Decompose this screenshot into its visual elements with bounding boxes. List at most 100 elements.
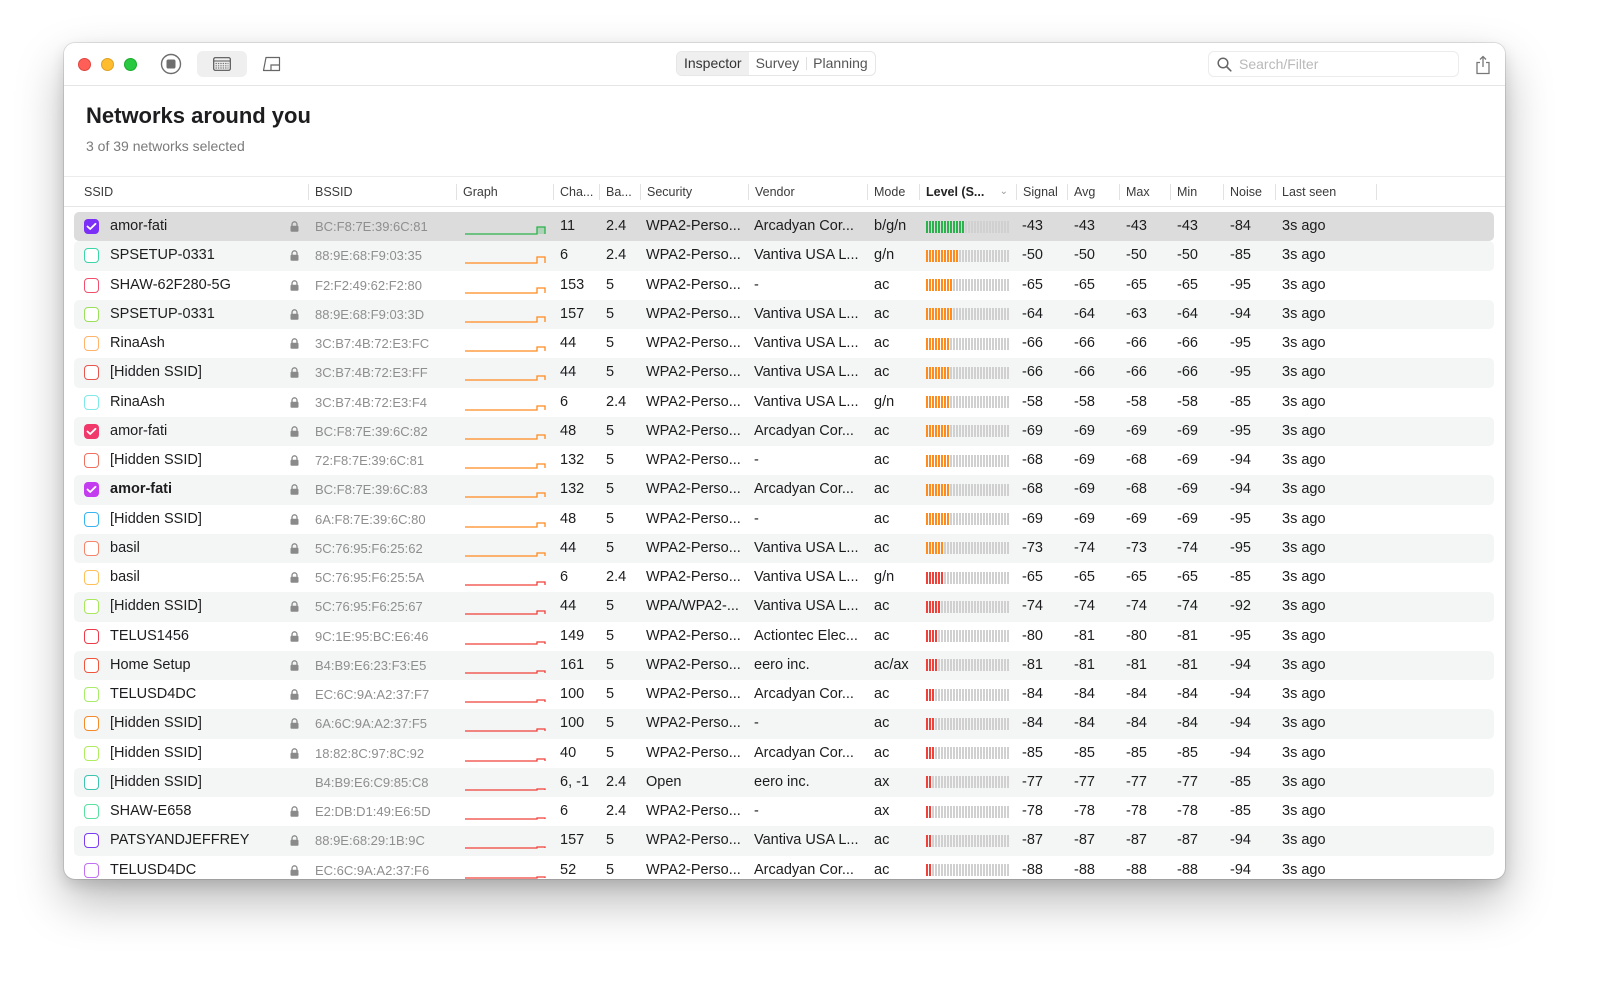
row-checkbox[interactable] bbox=[84, 804, 99, 819]
table-row[interactable]: [Hidden SSID] 6A:F8:7E:39:6C:80 48 5 WPA2-Pe… bbox=[74, 505, 1494, 534]
max-cell: -43 bbox=[1126, 218, 1147, 234]
close-window-button[interactable] bbox=[78, 58, 91, 71]
column-header-vendor[interactable]: Vendor bbox=[749, 177, 868, 207]
table-row[interactable]: [Hidden SSID] B4:B9:E6:C9:85:C8 6, -1 2.4 Op… bbox=[74, 767, 1494, 797]
column-header-min[interactable]: Min bbox=[1171, 177, 1224, 207]
mode-cell: b/g/n bbox=[874, 218, 907, 234]
avg-cell: -74 bbox=[1074, 598, 1095, 615]
row-checkbox[interactable] bbox=[84, 540, 99, 556]
row-checkbox[interactable] bbox=[84, 248, 99, 264]
table-row[interactable]: [Hidden SSID] 18:82:8C:97:8C:92 40 5 WPA2-Pe… bbox=[74, 739, 1494, 768]
stop-scan-button[interactable] bbox=[158, 51, 184, 77]
row-checkbox[interactable] bbox=[84, 687, 99, 702]
view-mode-tabs: Inspector Survey Planning bbox=[676, 51, 876, 76]
row-checkbox[interactable] bbox=[84, 628, 99, 644]
table-row[interactable]: Home Setup B4:B9:E6:23:F3:E5 161 5 WPA2-Pers… bbox=[74, 650, 1494, 680]
minimize-window-button[interactable] bbox=[101, 58, 114, 71]
zoom-window-button[interactable] bbox=[124, 58, 137, 71]
avg-cell: -85 bbox=[1074, 744, 1095, 761]
row-checkbox[interactable] bbox=[84, 511, 99, 527]
table-row[interactable]: [Hidden SSID] 5C:76:95:F6:25:67 44 5 WPA/WPA… bbox=[74, 592, 1494, 622]
vendor-cell: Vantiva USA L... bbox=[754, 569, 859, 585]
row-checkbox[interactable] bbox=[84, 862, 99, 878]
column-header-graph[interactable]: Graph bbox=[457, 177, 554, 207]
row-checkbox[interactable] bbox=[84, 453, 99, 468]
column-header-max[interactable]: Max bbox=[1120, 177, 1171, 207]
tab-inspector[interactable]: Inspector bbox=[677, 52, 749, 75]
tab-planning[interactable]: Planning bbox=[806, 52, 875, 75]
column-header-mode[interactable]: Mode bbox=[868, 177, 920, 207]
column-header-level[interactable]: Level (S... ⌄ bbox=[920, 177, 1017, 207]
table-row[interactable]: amor-fati BC:F8:7E:39:6C:82 48 5 WPA2-Perso.… bbox=[74, 416, 1494, 446]
signal-graph bbox=[464, 388, 550, 417]
share-button[interactable] bbox=[1472, 53, 1494, 77]
row-checkbox[interactable] bbox=[84, 716, 99, 732]
row-checkbox[interactable] bbox=[84, 306, 99, 322]
table-row[interactable]: PATSYANDJEFFREY 88:9E:68:29:1B:9C 157 5 WPA2… bbox=[74, 826, 1494, 856]
search-input[interactable] bbox=[1239, 56, 1439, 72]
row-checkbox[interactable] bbox=[84, 833, 99, 849]
bssid-cell: 88:9E:68:29:1B:9C bbox=[315, 833, 425, 849]
band-cell: 5 bbox=[606, 364, 615, 381]
row-checkbox[interactable] bbox=[84, 745, 99, 761]
tab-survey[interactable]: Survey bbox=[749, 52, 807, 75]
table-row[interactable]: [Hidden SSID] 3C:B7:4B:72:E3:FF 44 5 WPA2-Pe… bbox=[74, 358, 1494, 388]
bssid-cell: 9C:1E:95:BC:E6:46 bbox=[315, 628, 429, 644]
security-cell: WPA2-Perso... bbox=[646, 686, 741, 702]
signal-level-meter bbox=[926, 797, 1012, 826]
lock-icon bbox=[290, 709, 302, 738]
table-row[interactable]: RinaAsh 3C:B7:4B:72:E3:FC 44 5 WPA2-Perso...… bbox=[74, 329, 1494, 358]
table-row[interactable]: amor-fati BC:F8:7E:39:6C:81 11 2.4 WPA2-Pers… bbox=[74, 212, 1494, 242]
channel-cell: 6 bbox=[560, 803, 569, 819]
column-header-ssid[interactable]: SSID bbox=[78, 177, 309, 207]
row-checkbox[interactable] bbox=[84, 423, 99, 439]
table-row[interactable]: amor-fati BC:F8:7E:39:6C:83 132 5 WPA2-Perso… bbox=[74, 475, 1494, 505]
table-row[interactable]: basil 5C:76:95:F6:25:62 44 5 WPA2-Perso... Va… bbox=[74, 533, 1494, 563]
sparkline bbox=[465, 728, 546, 732]
table-row[interactable]: SPSETUP-0331 88:9E:68:F9:03:3D 157 5 WPA2-Pe… bbox=[74, 299, 1494, 329]
last-seen-cell: 3s ago bbox=[1282, 393, 1326, 410]
row-checkbox[interactable] bbox=[84, 277, 99, 293]
band-cell: 5 bbox=[606, 861, 615, 878]
table-row[interactable]: SPSETUP-0331 88:9E:68:F9:03:35 6 2.4 WPA2-Pe… bbox=[74, 241, 1494, 271]
last-seen-cell: 3s ago bbox=[1282, 305, 1326, 322]
row-checkbox[interactable] bbox=[84, 570, 99, 585]
column-header-bssid[interactable]: BSSID bbox=[309, 177, 457, 207]
row-checkbox[interactable] bbox=[84, 336, 99, 351]
column-header-last-seen[interactable]: Last seen bbox=[1276, 177, 1377, 207]
row-checkbox[interactable] bbox=[84, 599, 99, 615]
table-row[interactable]: [Hidden SSID] 72:F8:7E:39:6C:81 132 5 WPA2-P… bbox=[74, 446, 1494, 475]
table-row[interactable]: SHAW-62F280-5G F2:F2:49:62:F2:80 153 5 WPA2-… bbox=[74, 271, 1494, 300]
column-header-security[interactable]: Security bbox=[641, 177, 749, 207]
mode-cell: ac/ax bbox=[874, 656, 909, 673]
table-row[interactable]: TELUS1456 9C:1E:95:BC:E6:46 149 5 WPA2-Perso… bbox=[74, 622, 1494, 651]
channel-cell: 157 bbox=[560, 832, 585, 849]
table-row[interactable]: SHAW-E658 E2:DB:D1:49:E6:5D 6 2.4 WPA2-Perso… bbox=[74, 797, 1494, 826]
row-checkbox[interactable] bbox=[84, 482, 99, 498]
ssid-cell: amor-fati bbox=[110, 218, 168, 234]
table-row[interactable]: [Hidden SSID] 6A:6C:9A:A2:37:F5 100 5 WPA2-P… bbox=[74, 709, 1494, 739]
table-row[interactable]: TELUSD4DC EC:6C:9A:A2:37:F6 52 5 WPA2-Perso.… bbox=[74, 856, 1494, 880]
lock-icon bbox=[290, 505, 302, 534]
planning-view-button[interactable] bbox=[258, 51, 286, 77]
table-row[interactable]: basil 5C:76:95:F6:25:5A 6 2.4 WPA2-Perso... V… bbox=[74, 563, 1494, 592]
row-checkbox[interactable] bbox=[84, 394, 99, 410]
column-header-signal[interactable]: Signal bbox=[1017, 177, 1068, 207]
column-header-channel[interactable]: Cha... bbox=[554, 177, 600, 207]
ssid-cell: TELUS1456 bbox=[110, 627, 189, 644]
row-checkbox[interactable] bbox=[84, 219, 99, 234]
column-header-noise[interactable]: Noise bbox=[1224, 177, 1276, 207]
table-header: SSID BSSID Graph Cha... Ba... Security V… bbox=[64, 176, 1505, 207]
signal-level-meter bbox=[926, 300, 1012, 329]
row-checkbox[interactable] bbox=[84, 657, 99, 673]
avg-cell: -50 bbox=[1074, 247, 1095, 264]
column-header-avg[interactable]: Avg bbox=[1068, 177, 1120, 207]
column-header-band[interactable]: Ba... bbox=[600, 177, 641, 207]
lock-icon bbox=[290, 739, 302, 768]
row-checkbox[interactable] bbox=[84, 365, 99, 381]
row-checkbox[interactable] bbox=[84, 774, 99, 790]
table-row[interactable]: RinaAsh 3C:B7:4B:72:E3:F4 6 2.4 WPA2-Perso..… bbox=[74, 388, 1494, 417]
table-row[interactable]: TELUSD4DC EC:6C:9A:A2:37:F7 100 5 WPA2-Perso… bbox=[74, 680, 1494, 709]
table-view-button[interactable] bbox=[197, 51, 247, 77]
noise-cell: -94 bbox=[1230, 686, 1251, 702]
